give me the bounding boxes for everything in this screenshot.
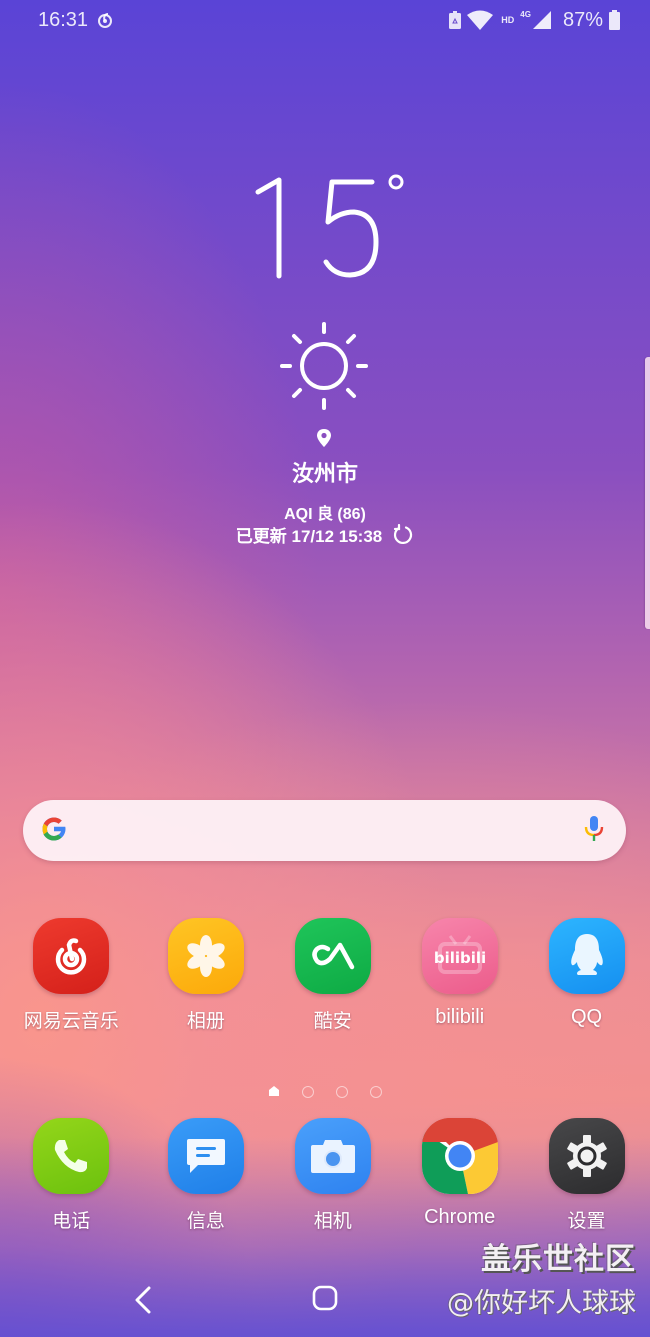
app-messages[interactable]: 信息 [143, 1118, 270, 1233]
app-gallery[interactable]: 相册 [143, 918, 270, 1033]
app-label: 相机 [313, 1210, 352, 1232]
app-label: 相册 [186, 1010, 225, 1032]
app-label: 设置 [567, 1210, 606, 1232]
page-dot[interactable] [336, 1085, 348, 1098]
gallery-icon[interactable] [167, 918, 244, 994]
wifi-icon [467, 10, 494, 30]
page-dot[interactable] [370, 1085, 382, 1098]
status-time: 16:31 [38, 8, 89, 31]
app-label: 信息 [186, 1210, 225, 1232]
app-coolapk[interactable]: 酷安 [269, 918, 396, 1033]
bilibili-icon[interactable]: bilibili [421, 918, 498, 994]
home-app-row: 网易云音乐 相册 酷安 bilibili bilibili QQ [0, 918, 650, 1033]
watermark-title: 盖乐世社区 [481, 1242, 636, 1277]
search-input[interactable] [81, 800, 572, 861]
app-label: 网易云音乐 [23, 1010, 119, 1032]
phone-icon[interactable] [33, 1118, 110, 1194]
battery-percent: 87% [562, 8, 603, 31]
page-indicator [0, 1082, 650, 1101]
home-icon[interactable] [312, 1285, 338, 1315]
dock: 电话 信息 相机 Chrome 设置 [0, 1118, 650, 1233]
battery-icon [609, 10, 620, 30]
netease-music-icon [96, 11, 114, 29]
app-bilibili[interactable]: bilibili bilibili [396, 918, 523, 1033]
camera-icon[interactable] [294, 1118, 371, 1194]
status-bar: 16:31 HD 4G 87% [0, 0, 650, 40]
microphone-icon[interactable] [584, 815, 604, 847]
location-pin-icon [315, 428, 333, 452]
app-label: 电话 [52, 1210, 91, 1232]
google-g-icon [39, 814, 69, 848]
updated-time: 已更新 17/12 15:38 [235, 527, 383, 546]
google-search-bar[interactable] [23, 800, 626, 861]
app-qq[interactable]: QQ [523, 918, 650, 1033]
signal-icon [532, 11, 551, 29]
app-label: bilibili [435, 1006, 485, 1028]
page-dot[interactable] [302, 1085, 314, 1098]
navigation-bar [0, 1280, 650, 1320]
netease-cloud-music-icon[interactable] [33, 918, 110, 994]
app-label: QQ [571, 1006, 603, 1028]
home-page-indicator-icon[interactable] [268, 1082, 280, 1101]
app-label: 酷安 [313, 1010, 352, 1032]
app-label: Chrome [424, 1206, 496, 1228]
messages-icon[interactable] [167, 1118, 244, 1194]
app-settings[interactable]: 设置 [523, 1118, 650, 1233]
aqi-text: AQI 良 (86) [284, 506, 366, 523]
svg-text:bilibili: bilibili [434, 949, 486, 967]
sun-icon [276, 318, 372, 418]
back-icon[interactable] [132, 1286, 154, 1318]
qq-penguin-icon[interactable] [548, 918, 625, 994]
coolapk-icon[interactable] [294, 918, 371, 994]
app-netease-cloud-music[interactable]: 网易云音乐 [0, 918, 143, 1033]
temperature-display: 15 [250, 170, 410, 290]
hd-icon: HD [501, 15, 515, 25]
edge-panel-handle[interactable] [645, 357, 650, 629]
app-phone[interactable]: 电话 [0, 1118, 143, 1233]
battery-saver-icon [449, 11, 462, 29]
settings-gear-icon[interactable] [548, 1118, 625, 1194]
app-chrome[interactable]: Chrome [396, 1118, 523, 1233]
app-camera[interactable]: 相机 [269, 1118, 396, 1233]
network-type-label: 4G [520, 9, 531, 19]
city-name: 汝州市 [291, 462, 358, 487]
refresh-icon[interactable] [392, 523, 414, 546]
chrome-icon[interactable] [421, 1118, 498, 1194]
